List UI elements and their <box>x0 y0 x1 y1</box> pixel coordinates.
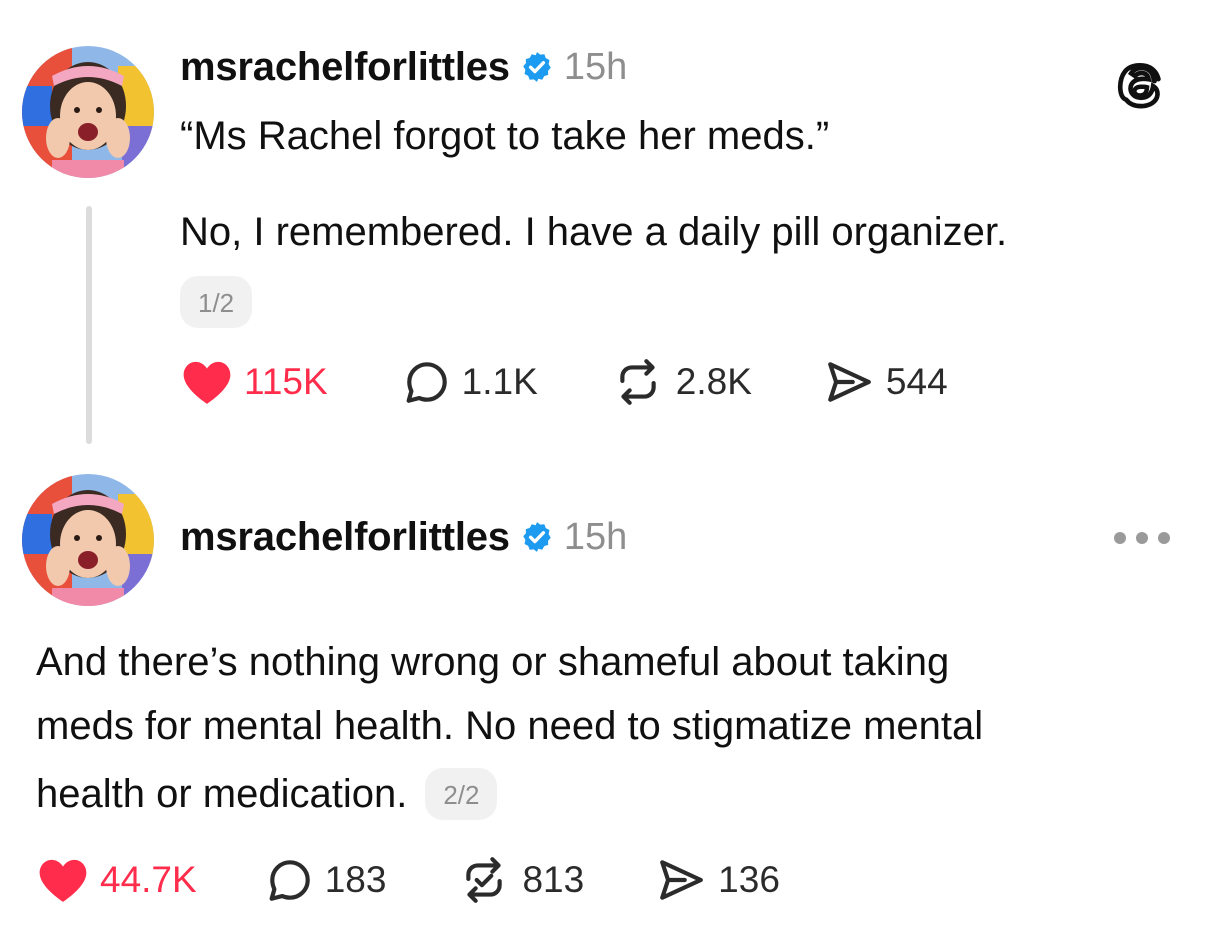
post-text-line: No, I remembered. I have a daily pill or… <box>180 210 1008 254</box>
avatar[interactable] <box>22 474 154 606</box>
username[interactable]: msrachelforlittles <box>180 515 510 560</box>
share-button[interactable]: 136 <box>654 855 780 905</box>
post-text-line: “Ms Rachel forgot to take her meds.” <box>180 114 830 158</box>
action-bar: 115K 1.1K 2.8K 544 <box>180 354 948 410</box>
repost-checked-icon <box>466 857 503 903</box>
avatar[interactable] <box>22 46 154 178</box>
repost-button[interactable]: 813 <box>456 855 584 905</box>
timestamp: 15h <box>563 45 628 88</box>
like-button[interactable]: 115K <box>180 358 328 406</box>
avatar-image <box>22 474 154 606</box>
post-header: msrachelforlittles 15h <box>180 42 627 92</box>
verified-badge-icon <box>523 522 551 552</box>
reply-count: 183 <box>324 859 387 900</box>
comment-icon <box>406 362 447 403</box>
comment-icon <box>269 860 310 901</box>
send-icon <box>828 362 871 402</box>
username[interactable]: msrachelforlittles <box>180 45 510 90</box>
repost-button[interactable]: 2.8K <box>610 357 752 407</box>
thread-line <box>86 206 92 444</box>
repost-icon <box>620 359 656 405</box>
heart-icon <box>183 361 231 404</box>
heart-icon <box>39 859 87 902</box>
share-count: 136 <box>718 859 780 900</box>
threads-icon[interactable] <box>1110 52 1172 114</box>
reply-button[interactable]: 183 <box>265 855 387 905</box>
thread-pager-badge: 2/2 <box>425 768 498 820</box>
share-count: 544 <box>885 361 948 402</box>
post-text-line: meds for mental health. No need to stigm… <box>36 704 984 748</box>
avatar-image <box>22 46 154 178</box>
post-text-line: And there’s nothing wrong or shameful ab… <box>36 640 950 684</box>
like-count: 44.7K <box>100 859 197 900</box>
like-count: 115K <box>244 361 328 402</box>
reply-button[interactable]: 1.1K <box>402 357 538 407</box>
post-text-line: health or medication. <box>36 772 408 816</box>
repost-count: 813 <box>522 859 585 900</box>
thread-pager-badge: 1/2 <box>180 276 253 328</box>
threads-screen: msrachelforlittles 15h “Ms Rachel forgot… <box>0 0 1206 944</box>
post-header: msrachelforlittles 15h <box>180 512 627 562</box>
send-icon <box>660 860 704 900</box>
like-button[interactable]: 44.7K <box>36 856 197 904</box>
verified-badge-icon <box>523 52 551 82</box>
more-icon[interactable] <box>1114 528 1170 548</box>
action-bar: 44.7K 183 813 136 <box>36 852 780 908</box>
timestamp: 15h <box>563 515 628 558</box>
repost-count: 2.8K <box>675 361 752 402</box>
share-button[interactable]: 544 <box>822 357 948 407</box>
reply-count: 1.1K <box>461 361 538 402</box>
